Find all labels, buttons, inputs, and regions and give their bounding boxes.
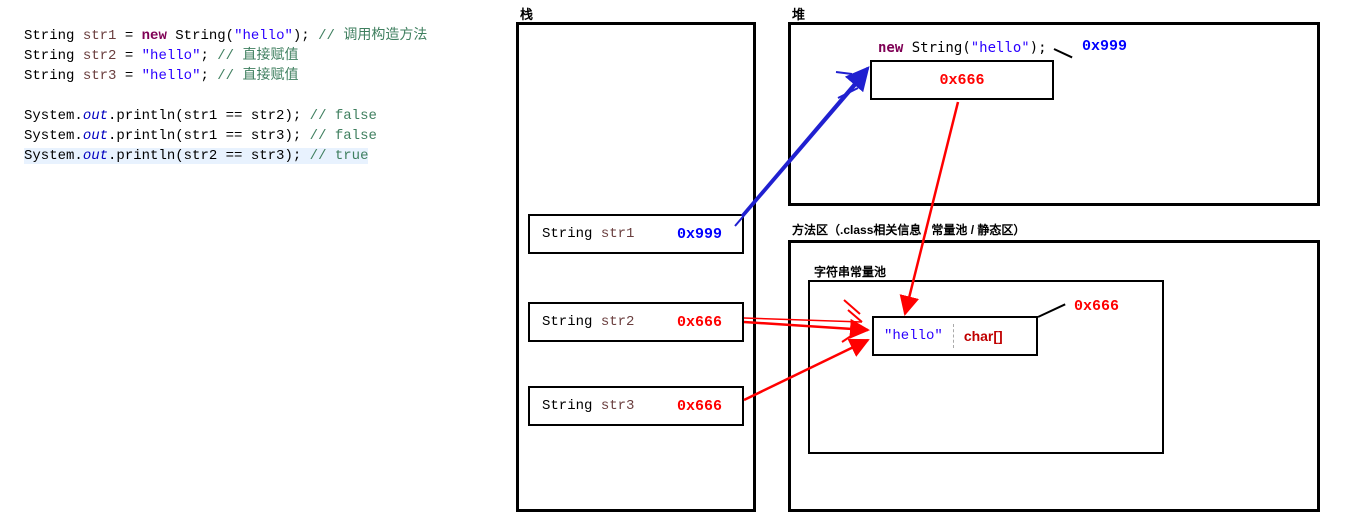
out-field: out xyxy=(83,108,108,124)
address-label: 0x666 xyxy=(677,314,722,331)
new-keyword: new xyxy=(142,28,176,44)
heap-address: 0x999 xyxy=(1082,38,1127,55)
stack-region xyxy=(516,22,756,512)
code-var: str1 xyxy=(83,28,117,44)
string-literal: "hello" xyxy=(234,28,293,44)
stack-heading: 栈 xyxy=(520,4,533,23)
method-area-heading: 方法区（.class相关信息 / 常量池 / 静态区） xyxy=(792,221,1025,238)
java-source-code: String str1 = new String("hello"); // 调用… xyxy=(24,6,427,166)
address-label: 0x666 xyxy=(677,398,722,415)
stack-slot-str3: String str3 0x666 xyxy=(528,386,744,426)
stack-slot-str1: String str1 0x999 xyxy=(528,214,744,254)
pool-char-array-box: "hello" char[] xyxy=(872,316,1038,356)
comment: // 调用构造方法 xyxy=(318,28,427,44)
heap-object-box: 0x666 xyxy=(870,60,1054,100)
stack-slot-str2: String str2 0x666 xyxy=(528,302,744,342)
pool-literal: "hello" xyxy=(884,328,943,344)
inner-pointer: 0x666 xyxy=(939,72,984,89)
code-type: String xyxy=(24,28,74,44)
pool-address: 0x666 xyxy=(1074,298,1119,315)
address-label: 0x999 xyxy=(677,226,722,243)
divider xyxy=(953,324,954,348)
heap-object-expr: new String("hello"); xyxy=(878,40,1047,56)
pool-type: char[] xyxy=(964,328,1003,344)
slot-label: String str1 xyxy=(542,226,634,242)
heap-heading: 堆 xyxy=(792,4,805,23)
jvm-memory-diagram: { "code": { "line1": {"type":"String","v… xyxy=(0,0,1345,529)
